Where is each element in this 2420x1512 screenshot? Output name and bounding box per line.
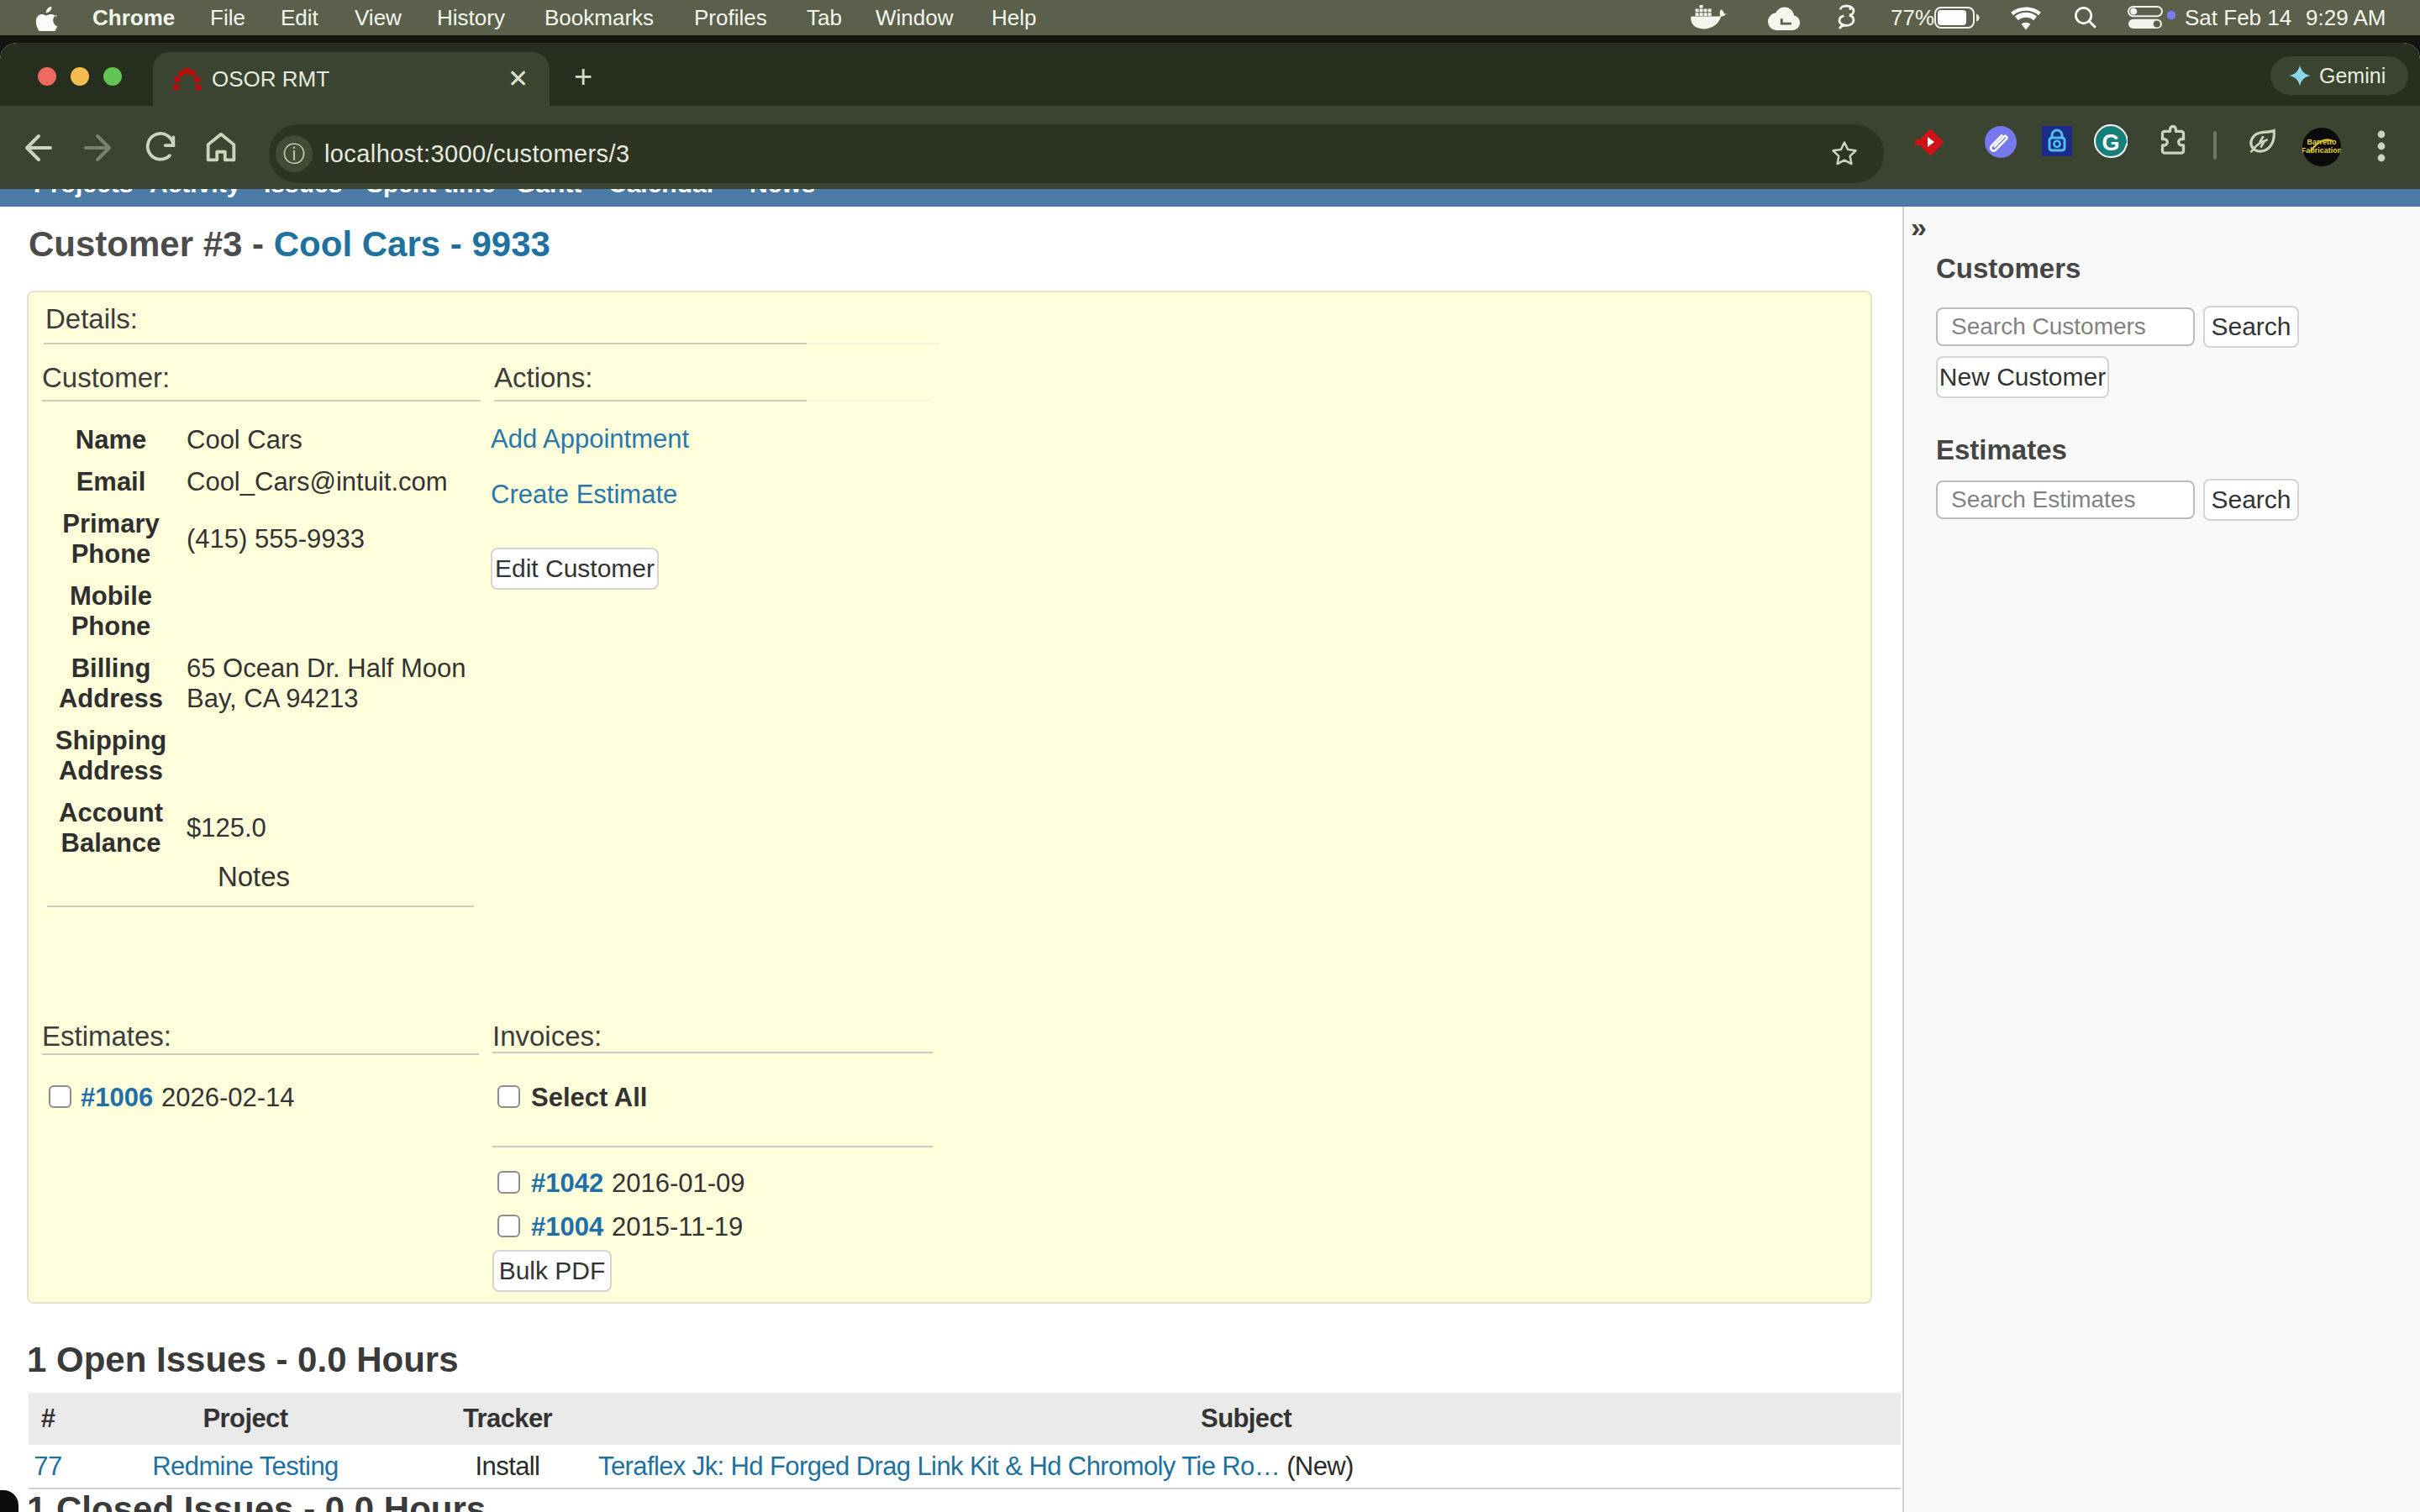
svg-text:G: G: [2102, 130, 2119, 155]
svg-text:Fabrication: Fabrication: [2302, 146, 2341, 155]
